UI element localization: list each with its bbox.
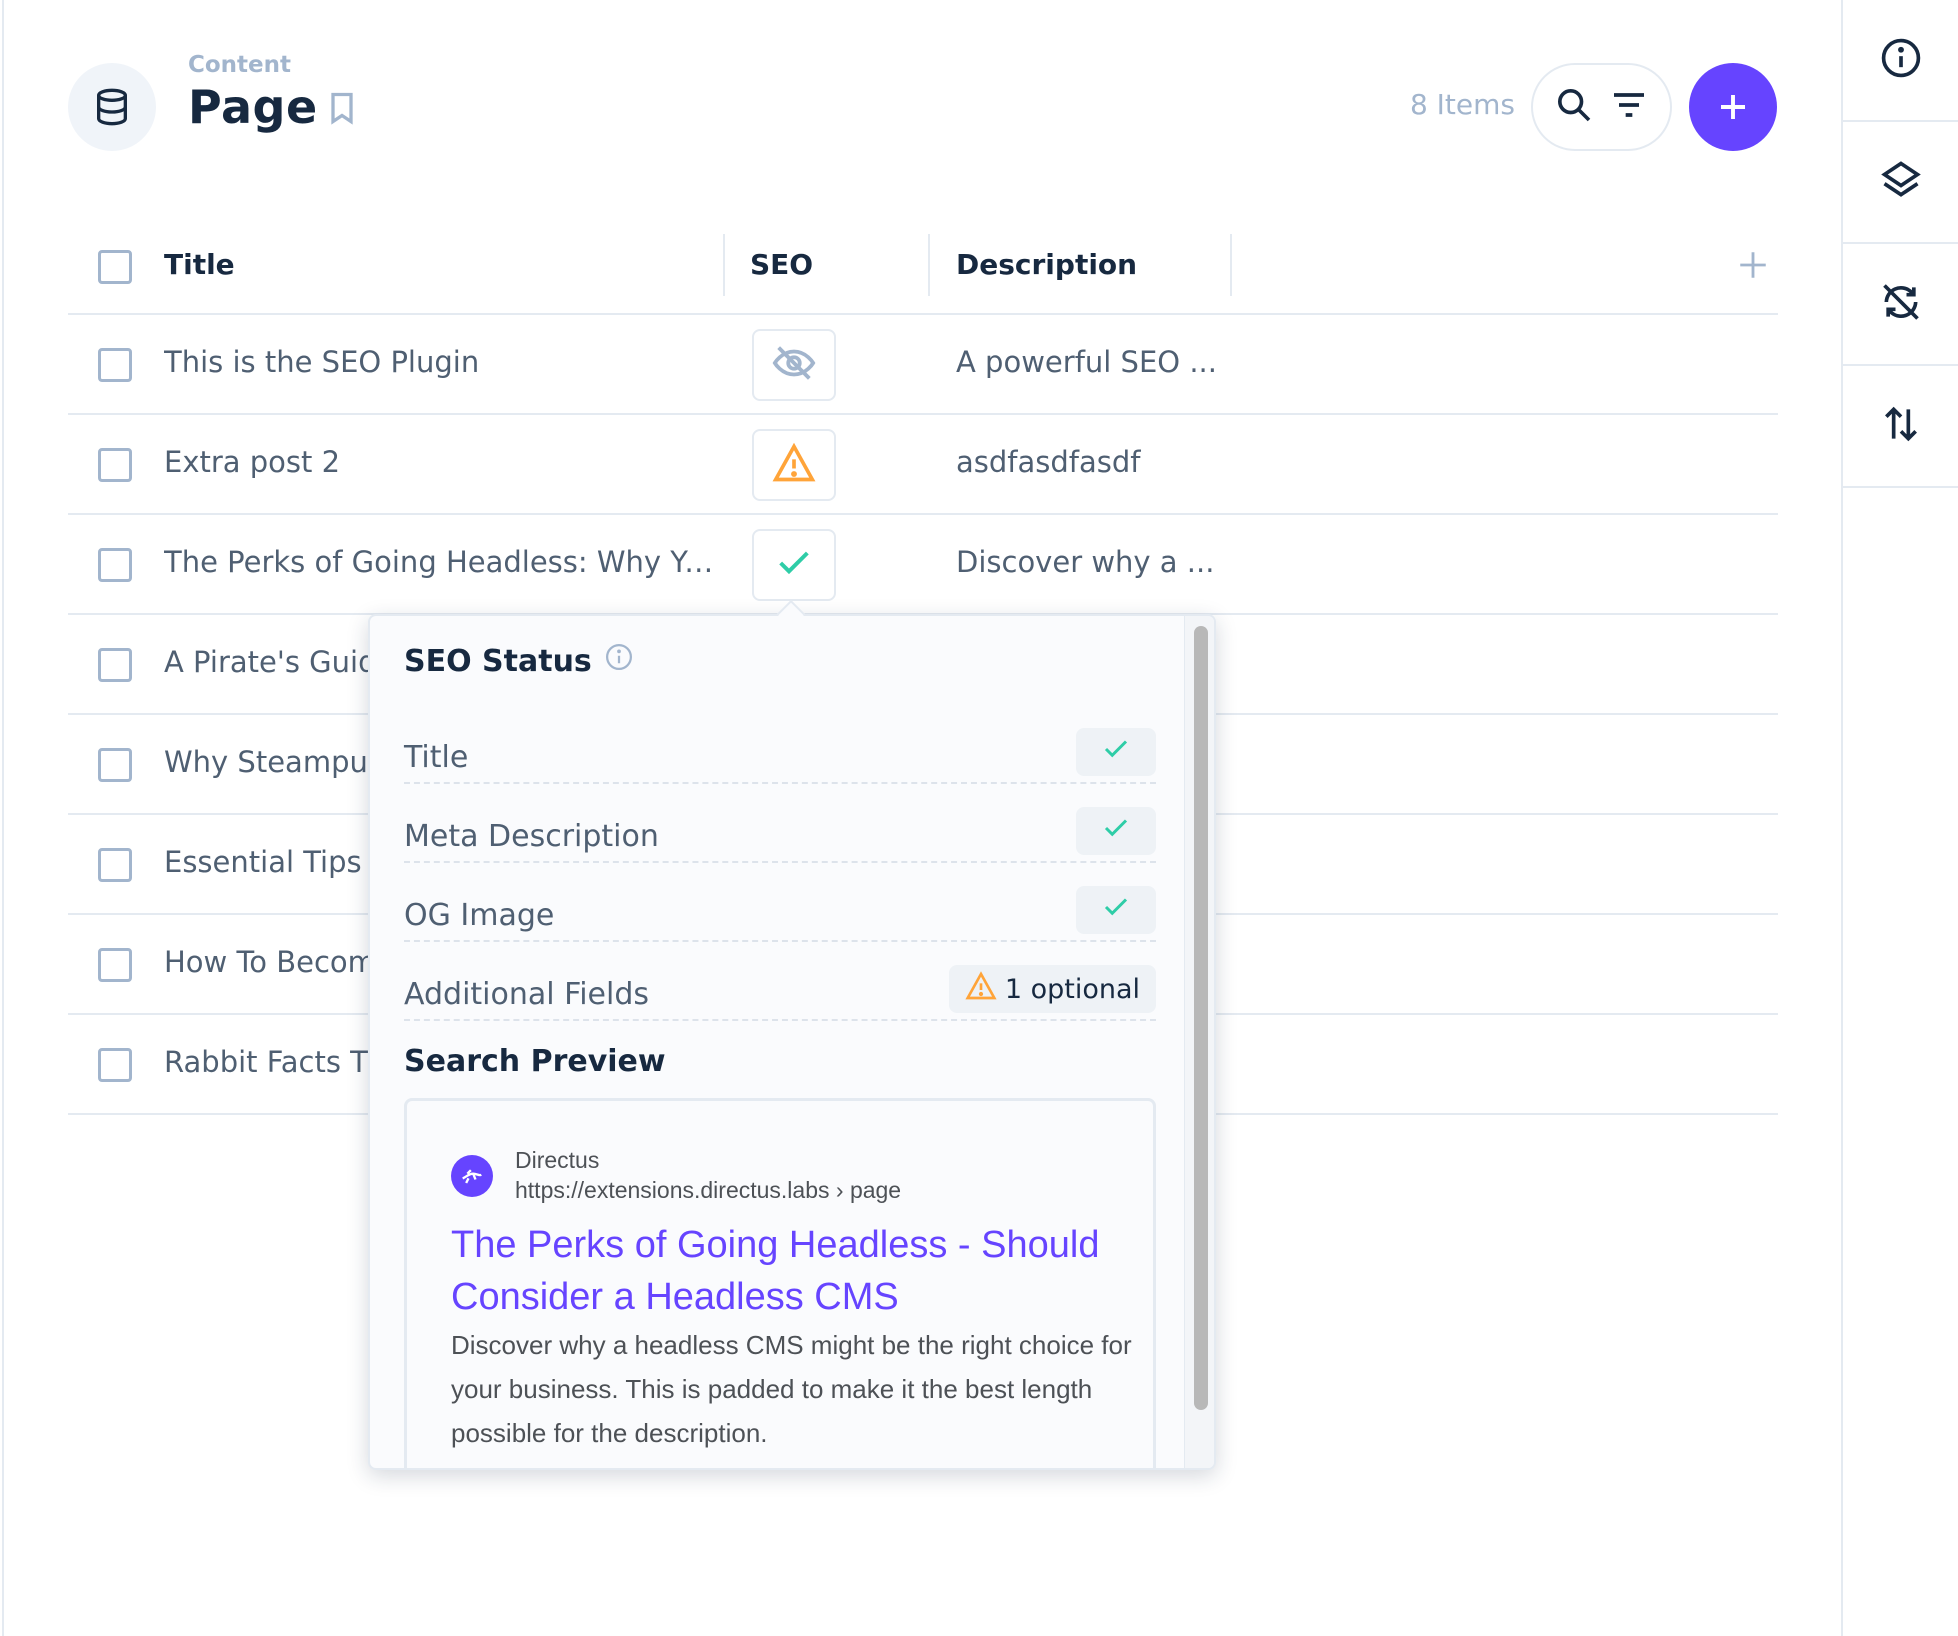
check-label: Title xyxy=(404,740,469,775)
info-icon[interactable] xyxy=(1879,36,1923,84)
seo-status-button[interactable] xyxy=(752,329,836,401)
add-field-icon[interactable] xyxy=(1736,248,1770,286)
seo-check-title: Title xyxy=(404,728,1156,784)
column-resize-handle[interactable] xyxy=(1230,234,1232,296)
cell-description: Discover why a ... xyxy=(956,545,1215,579)
popover-scrollbar[interactable] xyxy=(1184,616,1214,1468)
sync-disabled-icon[interactable] xyxy=(1879,280,1923,328)
site-logo-icon xyxy=(451,1155,493,1197)
row-checkbox[interactable] xyxy=(98,748,132,782)
table-row[interactable]: The Perks of Going Headless: Why Yo... D… xyxy=(68,515,1778,615)
check-icon xyxy=(1101,813,1131,850)
preview-site-name: Directus xyxy=(515,1147,600,1173)
row-checkbox[interactable] xyxy=(98,348,132,382)
collection-icon xyxy=(68,63,156,151)
column-resize-handle[interactable] xyxy=(928,234,930,296)
row-checkbox[interactable] xyxy=(98,448,132,482)
create-item-button[interactable] xyxy=(1689,63,1777,151)
table-row[interactable]: Extra post 2 asdfasdfasdf xyxy=(68,415,1778,515)
eye-off-icon xyxy=(771,340,817,390)
check-icon xyxy=(1101,734,1131,771)
cell-description: A powerful SEO ... xyxy=(956,345,1217,379)
sort-icon[interactable] xyxy=(1879,402,1923,450)
check-label: Additional Fields xyxy=(404,977,650,1012)
info-icon[interactable] xyxy=(604,642,634,680)
seo-status-heading: SEO Status xyxy=(404,642,634,680)
search-preview-card: Directus https://extensions.directus.lab… xyxy=(404,1098,1156,1468)
warning-icon xyxy=(772,441,816,489)
seo-check-additional-fields: Additional Fields 1 optional xyxy=(404,965,1156,1021)
sidebar-sort[interactable] xyxy=(1843,366,1958,488)
row-checkbox[interactable] xyxy=(98,948,132,982)
sidebar-info[interactable] xyxy=(1843,0,1958,122)
filter-icon[interactable] xyxy=(1609,85,1649,129)
bookmark-icon[interactable] xyxy=(324,88,360,132)
preview-url: https://extensions.directus.labs › page xyxy=(515,1177,902,1203)
row-checkbox[interactable] xyxy=(98,548,132,582)
column-header-title[interactable]: Title xyxy=(164,248,235,281)
check-icon xyxy=(1101,892,1131,929)
seo-status-button[interactable] xyxy=(752,429,836,501)
cell-title: Extra post 2 xyxy=(164,445,341,479)
sidebar-layout[interactable] xyxy=(1843,122,1958,244)
breadcrumb[interactable]: Content xyxy=(188,52,291,78)
search-preview-heading: Search Preview xyxy=(404,1044,666,1079)
preview-title[interactable]: The Perks of Going Headless - Should Con… xyxy=(451,1219,1131,1323)
check-status-badge xyxy=(1076,886,1156,934)
sidebar-sync[interactable] xyxy=(1843,244,1958,366)
table-header: Title SEO Description xyxy=(68,220,1778,315)
column-header-seo[interactable]: SEO xyxy=(750,248,813,281)
check-icon xyxy=(774,543,814,587)
scrollbar-thumb[interactable] xyxy=(1194,626,1208,1410)
select-all-checkbox[interactable] xyxy=(98,250,132,284)
warning-icon xyxy=(965,970,997,1009)
page-title: Page xyxy=(188,80,318,134)
seo-check-meta-description: Meta Description xyxy=(404,807,1156,863)
check-status-badge xyxy=(1076,807,1156,855)
left-border xyxy=(0,0,4,1636)
items-count: 8 Items xyxy=(1409,88,1515,121)
check-status-badge: 1 optional xyxy=(948,965,1156,1013)
seo-status-button[interactable] xyxy=(752,529,836,601)
cell-description: asdfasdfasdf xyxy=(956,445,1141,479)
seo-check-og-image: OG Image xyxy=(404,886,1156,942)
check-status-badge xyxy=(1076,728,1156,776)
row-checkbox[interactable] xyxy=(98,848,132,882)
right-sidebar xyxy=(1841,0,1958,1636)
check-label: Meta Description xyxy=(404,819,659,854)
preview-description: Discover why a headless CMS might be the… xyxy=(451,1330,1132,1448)
search-icon[interactable] xyxy=(1554,85,1594,129)
table-row[interactable]: This is the SEO Plugin A powerful SEO ..… xyxy=(68,315,1778,415)
cell-title: This is the SEO Plugin xyxy=(164,345,480,379)
optional-count: 1 optional xyxy=(1004,973,1140,1005)
seo-status-popover: SEO Status Title Meta Description OG Ima… xyxy=(368,614,1216,1470)
column-header-description[interactable]: Description xyxy=(956,248,1137,281)
check-label: OG Image xyxy=(404,898,555,933)
row-checkbox[interactable] xyxy=(98,1048,132,1082)
search-filter-pill[interactable] xyxy=(1531,63,1672,151)
seo-status-title: SEO Status xyxy=(404,643,592,679)
column-resize-handle[interactable] xyxy=(723,234,725,296)
cell-title: The Perks of Going Headless: Why Yo... xyxy=(164,545,724,579)
row-checkbox[interactable] xyxy=(98,648,132,682)
layers-icon[interactable] xyxy=(1879,158,1923,206)
